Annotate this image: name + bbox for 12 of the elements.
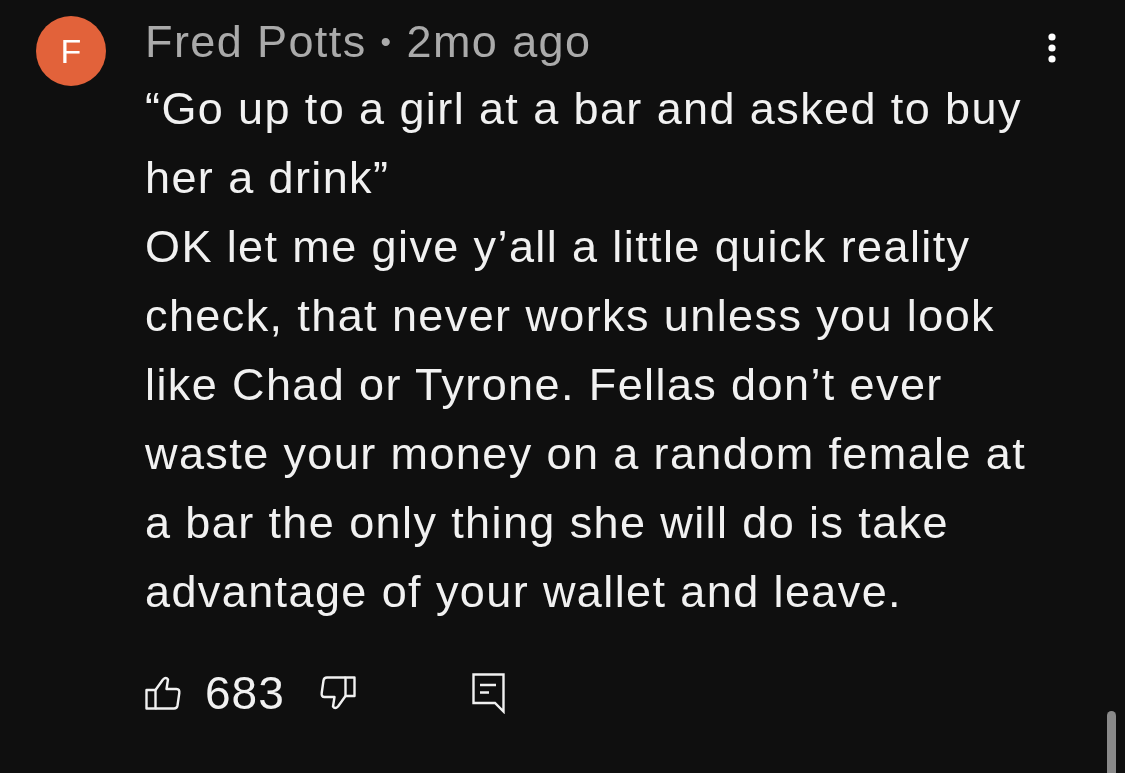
reply-icon[interactable] — [471, 672, 505, 714]
scrollbar-thumb[interactable] — [1107, 711, 1116, 773]
like-count: 683 — [205, 670, 285, 716]
like-icon[interactable] — [145, 676, 181, 710]
comment-time: 2mo ago — [406, 16, 592, 68]
separator-dot: • — [380, 24, 393, 60]
avatar-letter: F — [60, 34, 82, 68]
comment-text: “Go up to a girl at a bar and asked to buy her a drink” — [145, 82, 1023, 205]
dislike-icon[interactable] — [319, 676, 356, 710]
more-options-icon — [1048, 33, 1056, 63]
author-name[interactable]: Fred Potts — [145, 16, 367, 68]
comment-text: OK let me give y’all a little quick reality check, that never works unless you look like Chad or Tyrone. Fellas don’t ever waste your money on a random female at a bar the only thing she will do is take advantage of your wallet and leave. — [145, 220, 1028, 619]
